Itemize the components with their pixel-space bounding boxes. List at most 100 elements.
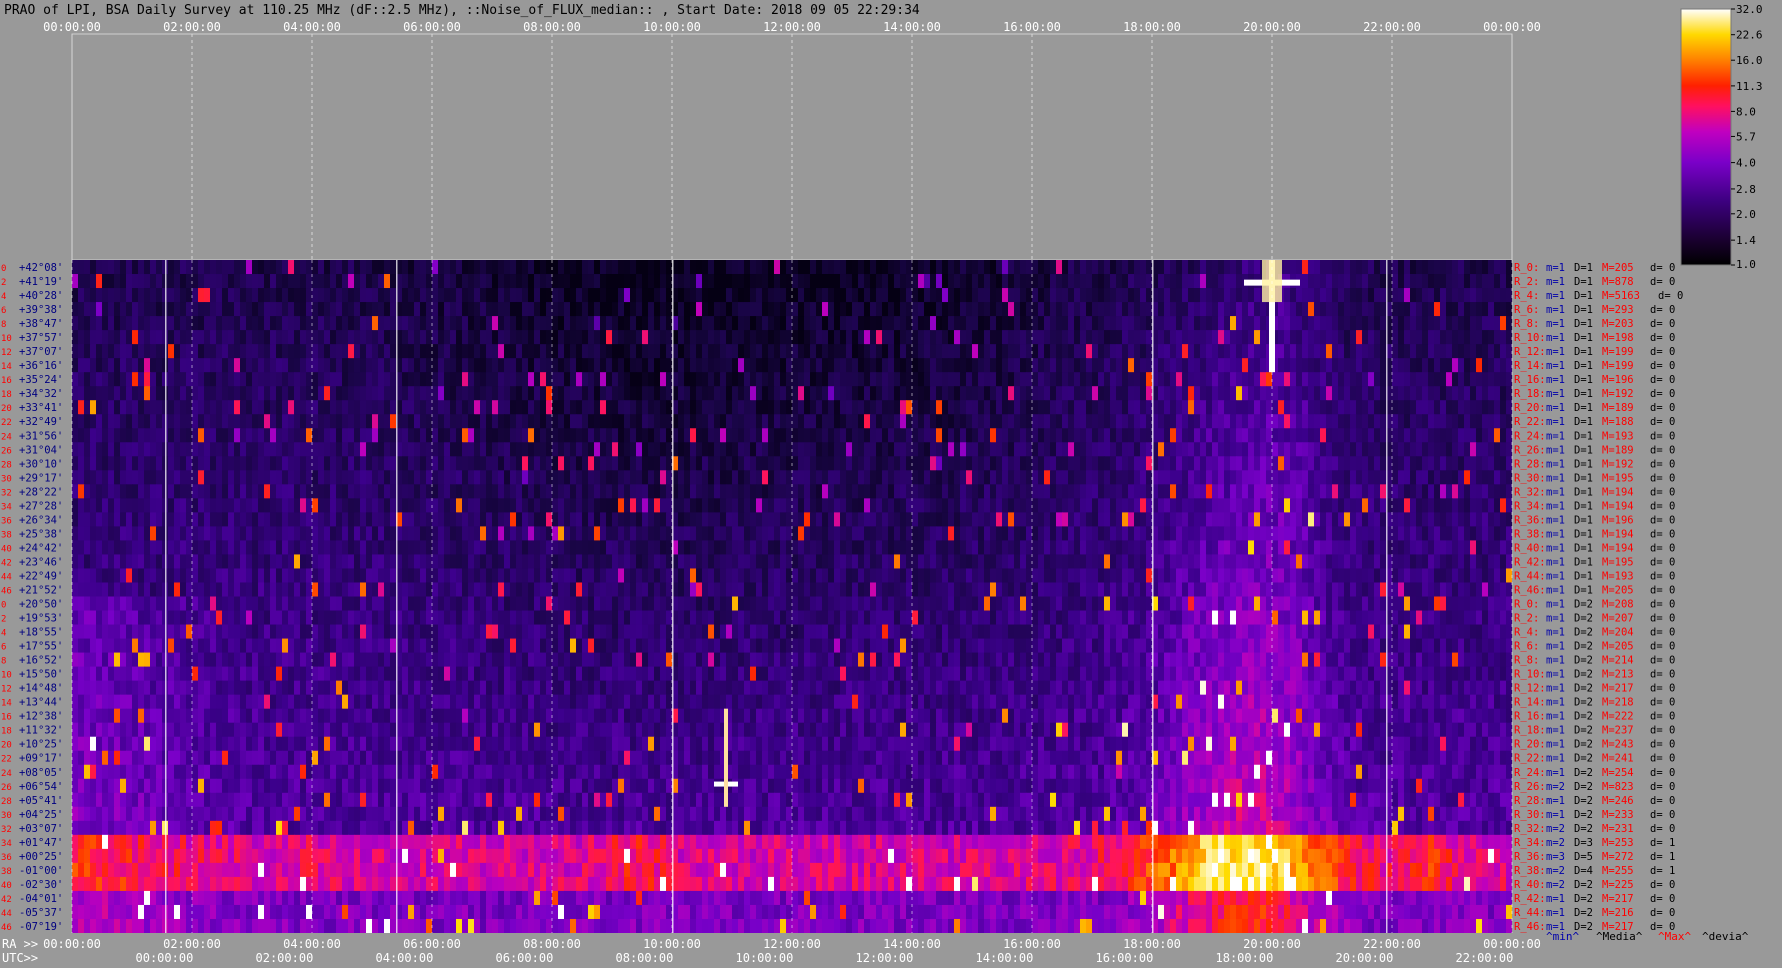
heatmap-cell: [846, 288, 853, 303]
heatmap-cell: [180, 414, 187, 429]
heatmap-cell: [882, 442, 889, 457]
heatmap-cell: [1374, 400, 1381, 415]
heatmap-cell: [1044, 330, 1051, 345]
heatmap-cell: [330, 386, 337, 401]
heatmap-cell: [510, 386, 517, 401]
heatmap-cell: [444, 442, 451, 457]
heatmap-cell: [312, 302, 319, 317]
heatmap-cell: [1110, 456, 1117, 471]
heatmap-cell: [402, 302, 409, 317]
heatmap-cell: [1242, 316, 1249, 331]
heatmap-cell: [942, 442, 949, 457]
heatmap-cell: [1242, 498, 1249, 513]
heatmap-cell: [1116, 358, 1123, 373]
heatmap-cell: [930, 302, 937, 317]
heatmap-cell: [522, 456, 529, 471]
heatmap-cell: [414, 540, 421, 556]
heatmap-cell: [1422, 526, 1429, 542]
heatmap-cell: [1470, 288, 1477, 303]
heatmap-cell: [990, 260, 997, 275]
heatmap-cell: [90, 288, 97, 303]
heatmap-cell: [1494, 400, 1501, 415]
heatmap-cell: [648, 498, 655, 513]
heatmap-cell: [1068, 442, 1075, 457]
heatmap-cell: [390, 288, 397, 303]
heatmap-cell: [1086, 428, 1093, 443]
heatmap-cell: [1380, 512, 1387, 527]
heatmap-cell: [714, 484, 721, 499]
heatmap-cell: [1446, 442, 1453, 457]
heatmap-cell: [1434, 498, 1441, 513]
heatmap-cell: [738, 484, 745, 499]
heatmap-cell: [966, 274, 973, 289]
heatmap-cell: [762, 526, 769, 542]
heatmap-cell: [1488, 456, 1495, 471]
heatmap-cell: [324, 456, 331, 471]
heatmap-cell: [1284, 344, 1291, 359]
heatmap-cell: [378, 512, 385, 527]
heatmap-cell: [414, 372, 421, 387]
heatmap-cell: [108, 274, 115, 289]
heatmap-cell: [822, 372, 829, 387]
heatmap-cell: [654, 260, 661, 275]
heatmap-cell: [1134, 274, 1141, 289]
heatmap-cell: [456, 526, 463, 542]
heatmap-cell: [606, 400, 613, 415]
heatmap-cell: [1032, 274, 1039, 289]
heatmap-cell: [132, 414, 139, 429]
heatmap-cell: [660, 372, 667, 387]
heatmap-cell: [276, 330, 283, 345]
heatmap-cell: [624, 526, 631, 542]
heatmap-cell: [696, 470, 703, 485]
heatmap-cell: [1308, 526, 1315, 542]
heatmap-cell: [732, 260, 739, 275]
heatmap-cell: [660, 358, 667, 373]
heatmap-cell: [912, 456, 919, 471]
heatmap-cell: [1404, 316, 1411, 331]
heatmap-cell: [90, 344, 97, 359]
heatmap-cell: [300, 330, 307, 345]
heatmap-cell: [888, 358, 895, 373]
heatmap-cell: [870, 372, 877, 387]
heatmap-cell: [816, 400, 823, 415]
heatmap-cell: [528, 512, 535, 527]
heatmap-cell: [1482, 526, 1489, 542]
heatmap-cell: [258, 260, 265, 275]
heatmap-cell: [1434, 302, 1441, 317]
heatmap-cell: [1326, 442, 1333, 457]
heatmap-cell: [354, 428, 361, 443]
heatmap-cell: [1332, 484, 1339, 499]
heatmap-cell: [438, 316, 445, 331]
heatmap-cell: [1194, 358, 1201, 373]
heatmap-cell: [1020, 344, 1027, 359]
heatmap-cell: [468, 512, 475, 527]
heatmap-cell: [1230, 330, 1237, 345]
heatmap-cell: [1170, 428, 1177, 443]
heatmap-cell: [156, 442, 163, 457]
heatmap-cell: [348, 442, 355, 457]
heatmap-cell: [150, 498, 157, 513]
heatmap-cell: [150, 442, 157, 457]
heatmap-cell: [348, 540, 355, 556]
heatmap-cell: [1422, 442, 1429, 457]
heatmap-cell: [936, 372, 943, 387]
heatmap-cell: [804, 344, 811, 359]
heatmap-cell: [1212, 358, 1219, 373]
heatmap-cell: [1272, 484, 1279, 499]
heatmap-cell: [816, 274, 823, 289]
heatmap-cell: [486, 344, 493, 359]
heatmap-cell: [390, 540, 397, 556]
heatmap-cell: [972, 414, 979, 429]
heatmap-cell: [1092, 372, 1099, 387]
heatmap-cell: [1446, 302, 1453, 317]
heatmap-cell: [1242, 344, 1249, 359]
heatmap-cell: [1062, 288, 1069, 303]
heatmap-cell: [342, 456, 349, 471]
heatmap-cell: [954, 540, 961, 556]
heatmap-cell: [900, 470, 907, 485]
heatmap-cell: [96, 260, 103, 275]
heatmap-cell: [1080, 260, 1087, 275]
heatmap-cell: [1062, 400, 1069, 415]
heatmap-cell: [450, 316, 457, 331]
heatmap-cell: [798, 540, 805, 556]
